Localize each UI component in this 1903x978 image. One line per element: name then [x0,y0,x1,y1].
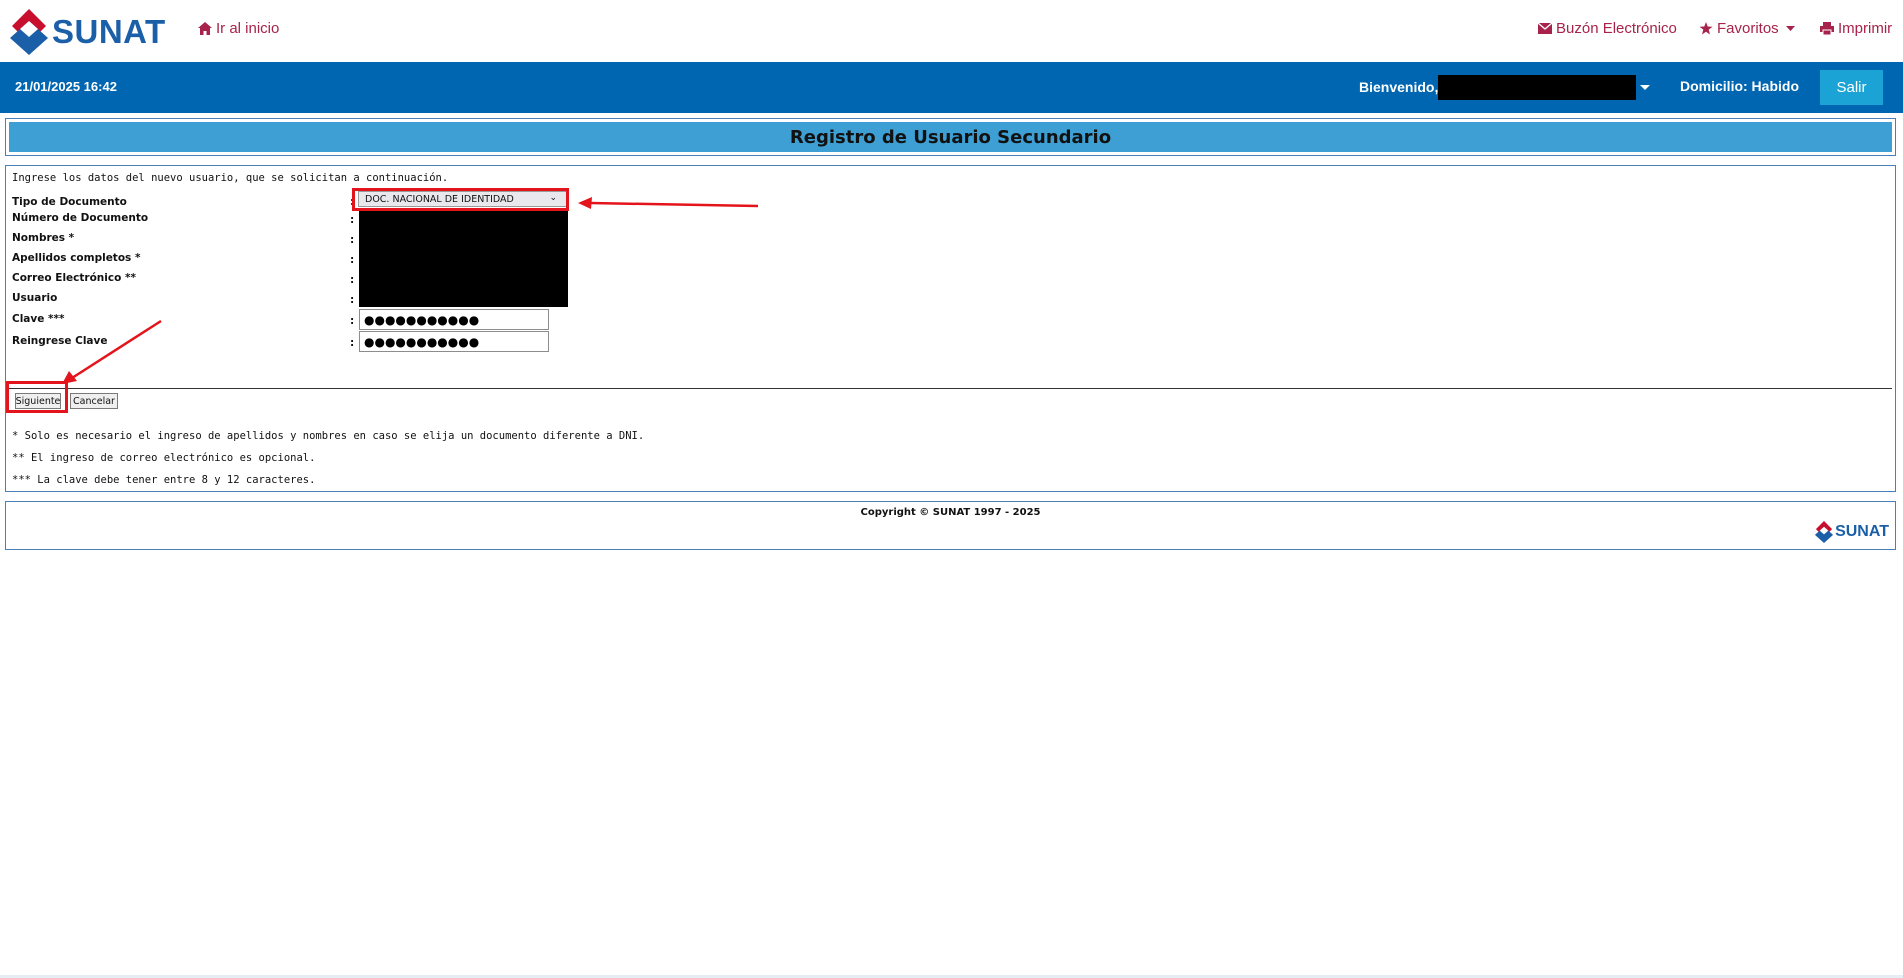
form-intro: Ingrese los datos del nuevo usuario, que… [12,172,449,184]
label-document-number: Número de Documento [12,212,149,224]
welcome-label: Bienvenido, [1359,79,1439,95]
home-link[interactable]: Ir al inicio [198,20,279,37]
envelope-icon [1538,23,1552,34]
form-divider [9,388,1892,389]
favorites-dropdown[interactable]: Favoritos [1699,20,1795,37]
print-link[interactable]: Imprimir [1820,20,1892,37]
redacted-username [1438,75,1636,100]
session-bar: 21/01/2025 16:42 Bienvenido, Domicilio: … [0,62,1903,113]
colon: : [350,337,355,349]
next-button[interactable]: Siguiente [15,393,61,409]
star-icon [1699,22,1713,35]
password-input[interactable]: ●●●●●●●●●●● [359,309,549,330]
home-icon [198,22,212,35]
document-type-value: DOC. NACIONAL DE IDENTIDAD [365,193,514,205]
inbox-link[interactable]: Buzón Electrónico [1538,20,1677,37]
print-link-label: Imprimir [1838,20,1893,37]
colon: : [350,196,355,208]
copyright-text: Copyright © SUNAT 1997 - 2025 [860,507,1041,518]
label-repassword: Reingrese Clave [12,335,108,347]
repassword-mask: ●●●●●●●●●●● [364,334,480,349]
colon: : [350,315,355,327]
registration-form: Ingrese los datos del nuevo usuario, que… [5,165,1896,492]
favorites-label: Favoritos [1717,20,1779,37]
label-email: Correo Electrónico ** [12,272,136,284]
document-type-select[interactable]: DOC. NACIONAL DE IDENTIDAD ⌄ [358,191,568,207]
caret-down-icon [1785,26,1795,31]
colon: : [350,214,355,226]
colon: : [350,294,355,306]
domicilio-status: Domicilio: Habido [1680,78,1799,94]
footer: Copyright © SUNAT 1997 - 2025 SUNAT [5,501,1896,550]
redacted-fields [359,209,568,307]
chevron-down-icon: ⌄ [549,193,557,203]
footer-logo: SUNAT [1814,521,1889,543]
top-header: SUNAT Ir al inicio Buzón Electrónico Fav… [0,0,1903,62]
sunat-logo-icon [1815,521,1834,543]
label-password: Clave *** [12,313,65,325]
brand-name: SUNAT [52,13,166,50]
label-names: Nombres * [12,232,75,244]
password-mask: ●●●●●●●●●●● [364,312,480,327]
note-names: * Solo es necesario el ingreso de apelli… [12,430,645,442]
repassword-input[interactable]: ●●●●●●●●●●● [359,331,549,352]
label-surnames: Apellidos completos * [12,252,141,264]
user-menu-caret-icon[interactable] [1640,85,1650,90]
sunat-logo-icon [10,9,48,55]
footer-brand: SUNAT [1835,523,1889,540]
sunat-logo[interactable]: SUNAT [8,9,166,55]
label-document-type: Tipo de Documento [12,196,127,208]
note-password: *** La clave debe tener entre 8 y 12 car… [12,474,316,486]
page-title: Registro de Usuario Secundario [789,126,1112,148]
note-email: ** El ingreso de correo electrónico es o… [12,452,316,464]
colon: : [350,274,355,286]
session-datetime: 21/01/2025 16:42 [15,79,117,94]
cancel-button[interactable]: Cancelar [70,393,118,409]
page-title-bar: Registro de Usuario Secundario [9,122,1892,152]
inbox-link-label: Buzón Electrónico [1556,20,1677,37]
printer-icon [1820,22,1834,35]
page-title-box: Registro de Usuario Secundario [5,118,1896,156]
home-link-label: Ir al inicio [216,20,280,37]
label-username: Usuario [12,292,58,304]
colon: : [350,234,355,246]
logout-button[interactable]: Salir [1820,70,1883,105]
colon: : [350,254,355,266]
